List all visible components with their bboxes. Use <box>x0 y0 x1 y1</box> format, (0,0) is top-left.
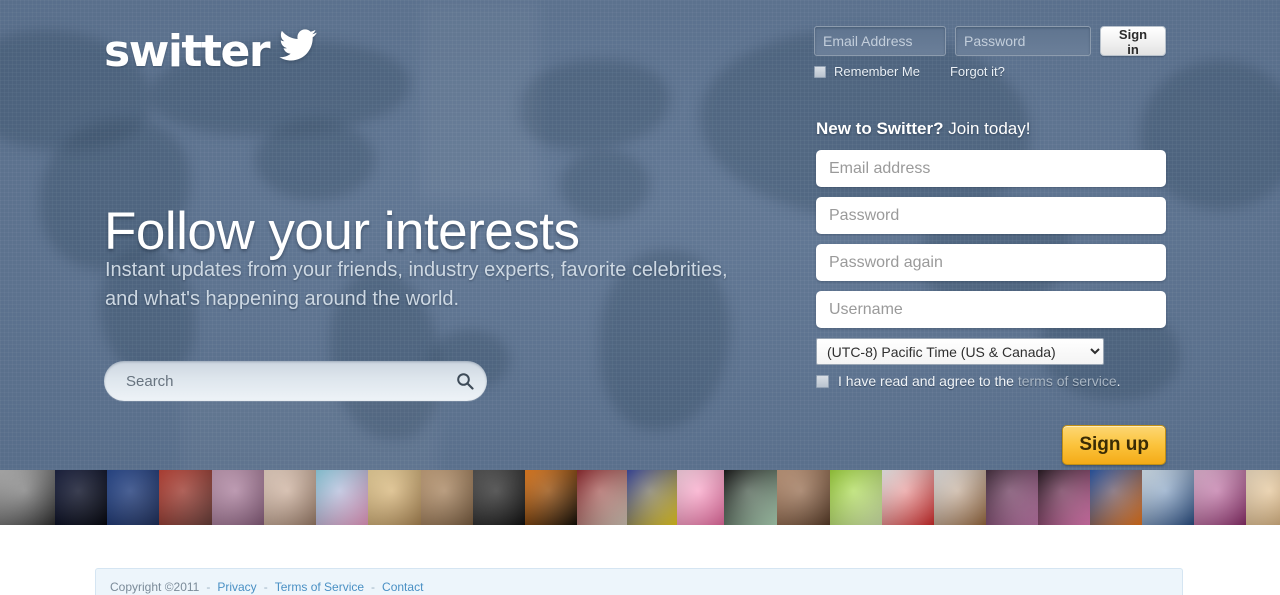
timezone-select[interactable]: (UTC-8) Pacific Time (US & Canada) <box>816 338 1104 365</box>
remember-me-checkbox[interactable] <box>814 65 826 78</box>
footer-link-terms-of-service[interactable]: Terms of Service <box>275 580 364 594</box>
signin-password-input[interactable] <box>955 26 1091 56</box>
signup-email-input[interactable] <box>816 150 1166 187</box>
signin-bar: Sign in Remember Me Forgot it? <box>814 26 1166 79</box>
avatar-thumbnail[interactable] <box>159 470 212 525</box>
thumbnail-sheen <box>421 470 473 525</box>
thumbnail-sheen <box>1246 470 1280 525</box>
footer-link-contact[interactable]: Contact <box>382 580 423 594</box>
map-landmass <box>255 120 375 200</box>
avatar-thumbnail[interactable] <box>986 470 1038 525</box>
signup-heading-rest: Join today! <box>943 119 1031 138</box>
thumbnail-sheen <box>55 470 107 525</box>
thumbnail-sheen <box>677 470 724 525</box>
hero-banner: switter Follow your interests Instant up… <box>0 0 1280 470</box>
footer-panel: Copyright ©2011 - Privacy - Terms of Ser… <box>95 568 1183 595</box>
remember-me-label: Remember Me <box>834 64 920 79</box>
avatar-thumbnail[interactable] <box>934 470 986 525</box>
copyright-text: Copyright ©2011 <box>110 580 200 594</box>
avatar-thumbnail[interactable] <box>107 470 159 525</box>
signin-meta-row: Remember Me Forgot it? <box>814 64 1166 79</box>
signup-form: New to Switter? Join today! (UTC-8) Paci… <box>816 119 1166 465</box>
logo-wordmark: switter <box>104 26 271 77</box>
footer-separator: - <box>263 580 268 594</box>
thumbnail-sheen <box>1038 470 1090 525</box>
signin-row: Sign in <box>814 26 1166 57</box>
terms-row: I have read and agree to the terms of se… <box>816 373 1166 389</box>
footer-link-privacy[interactable]: Privacy <box>217 580 256 594</box>
avatar-thumbnail-strip <box>0 470 1280 525</box>
signup-heading-bold: New to Switter? <box>816 119 944 138</box>
terms-checkbox[interactable] <box>816 374 829 388</box>
avatar-thumbnail[interactable] <box>1090 470 1142 525</box>
sign-up-button[interactable]: Sign up <box>1062 425 1166 465</box>
thumbnail-sheen <box>577 470 627 525</box>
avatar-thumbnail[interactable] <box>55 470 107 525</box>
avatar-thumbnail[interactable] <box>0 470 55 525</box>
thumbnail-sheen <box>316 470 368 525</box>
thumbnail-sheen <box>830 470 882 525</box>
search-box[interactable] <box>104 361 487 401</box>
avatar-thumbnail[interactable] <box>1038 470 1090 525</box>
page-subtitle: Instant updates from your friends, indus… <box>105 259 728 310</box>
signup-password-input[interactable] <box>816 197 1166 234</box>
avatar-thumbnail[interactable] <box>577 470 627 525</box>
avatar-thumbnail[interactable] <box>525 470 577 525</box>
sign-in-button[interactable]: Sign in <box>1100 26 1166 57</box>
site-logo[interactable]: switter <box>104 26 319 77</box>
footer-separator: - <box>206 580 211 594</box>
avatar-thumbnail[interactable] <box>316 470 368 525</box>
signup-username-input[interactable] <box>816 291 1166 328</box>
thumbnail-sheen <box>986 470 1038 525</box>
thumbnail-sheen <box>777 470 830 525</box>
page-root: switter Follow your interests Instant up… <box>0 0 1280 595</box>
thumbnail-sheen <box>107 470 159 525</box>
avatar-thumbnail[interactable] <box>264 470 316 525</box>
signup-password-confirm-input[interactable] <box>816 244 1166 281</box>
thumbnail-sheen <box>159 470 212 525</box>
avatar-thumbnail[interactable] <box>473 470 525 525</box>
search-icon[interactable] <box>443 372 487 390</box>
signin-email-input[interactable] <box>814 26 946 56</box>
avatar-thumbnail[interactable] <box>421 470 473 525</box>
search-input[interactable] <box>104 372 443 390</box>
page-title: Follow your interests <box>104 201 580 261</box>
terms-prefix: I have read and agree to the <box>838 373 1018 389</box>
forgot-password-link[interactable]: Forgot it? <box>950 64 1005 79</box>
thumbnail-sheen <box>627 470 677 525</box>
terms-of-service-link[interactable]: terms of service <box>1018 373 1117 389</box>
thumbnail-sheen <box>1194 470 1246 525</box>
avatar-thumbnail[interactable] <box>212 470 264 525</box>
thumbnail-sheen <box>368 470 421 525</box>
signup-heading: New to Switter? Join today! <box>816 119 1166 139</box>
avatar-thumbnail[interactable] <box>1246 470 1280 525</box>
thumbnail-sheen <box>212 470 264 525</box>
thumbnail-sheen <box>264 470 316 525</box>
thumbnail-sheen <box>0 470 55 525</box>
avatar-thumbnail[interactable] <box>777 470 830 525</box>
avatar-thumbnail[interactable] <box>677 470 724 525</box>
avatar-thumbnail[interactable] <box>830 470 882 525</box>
avatar-thumbnail[interactable] <box>368 470 421 525</box>
thumbnail-sheen <box>525 470 577 525</box>
map-ocean-highlight <box>180 390 440 470</box>
thumbnail-sheen <box>724 470 777 525</box>
thumbnail-sheen <box>934 470 986 525</box>
footer-separator: - <box>371 580 376 594</box>
footer-links: Copyright ©2011 - Privacy - Terms of Ser… <box>96 569 1182 594</box>
thumbnail-sheen <box>882 470 934 525</box>
terms-text: I have read and agree to the terms of se… <box>838 373 1121 389</box>
thumbnail-sheen <box>473 470 525 525</box>
avatar-thumbnail[interactable] <box>1194 470 1246 525</box>
map-ocean-highlight <box>420 0 540 200</box>
map-landmass <box>520 60 670 150</box>
bird-icon <box>275 25 319 70</box>
thumbnail-sheen <box>1090 470 1142 525</box>
avatar-thumbnail[interactable] <box>724 470 777 525</box>
avatar-thumbnail[interactable] <box>882 470 934 525</box>
avatar-thumbnail[interactable] <box>1142 470 1194 525</box>
terms-suffix: . <box>1116 373 1121 389</box>
thumbnail-sheen <box>1142 470 1194 525</box>
avatar-thumbnail[interactable] <box>627 470 677 525</box>
